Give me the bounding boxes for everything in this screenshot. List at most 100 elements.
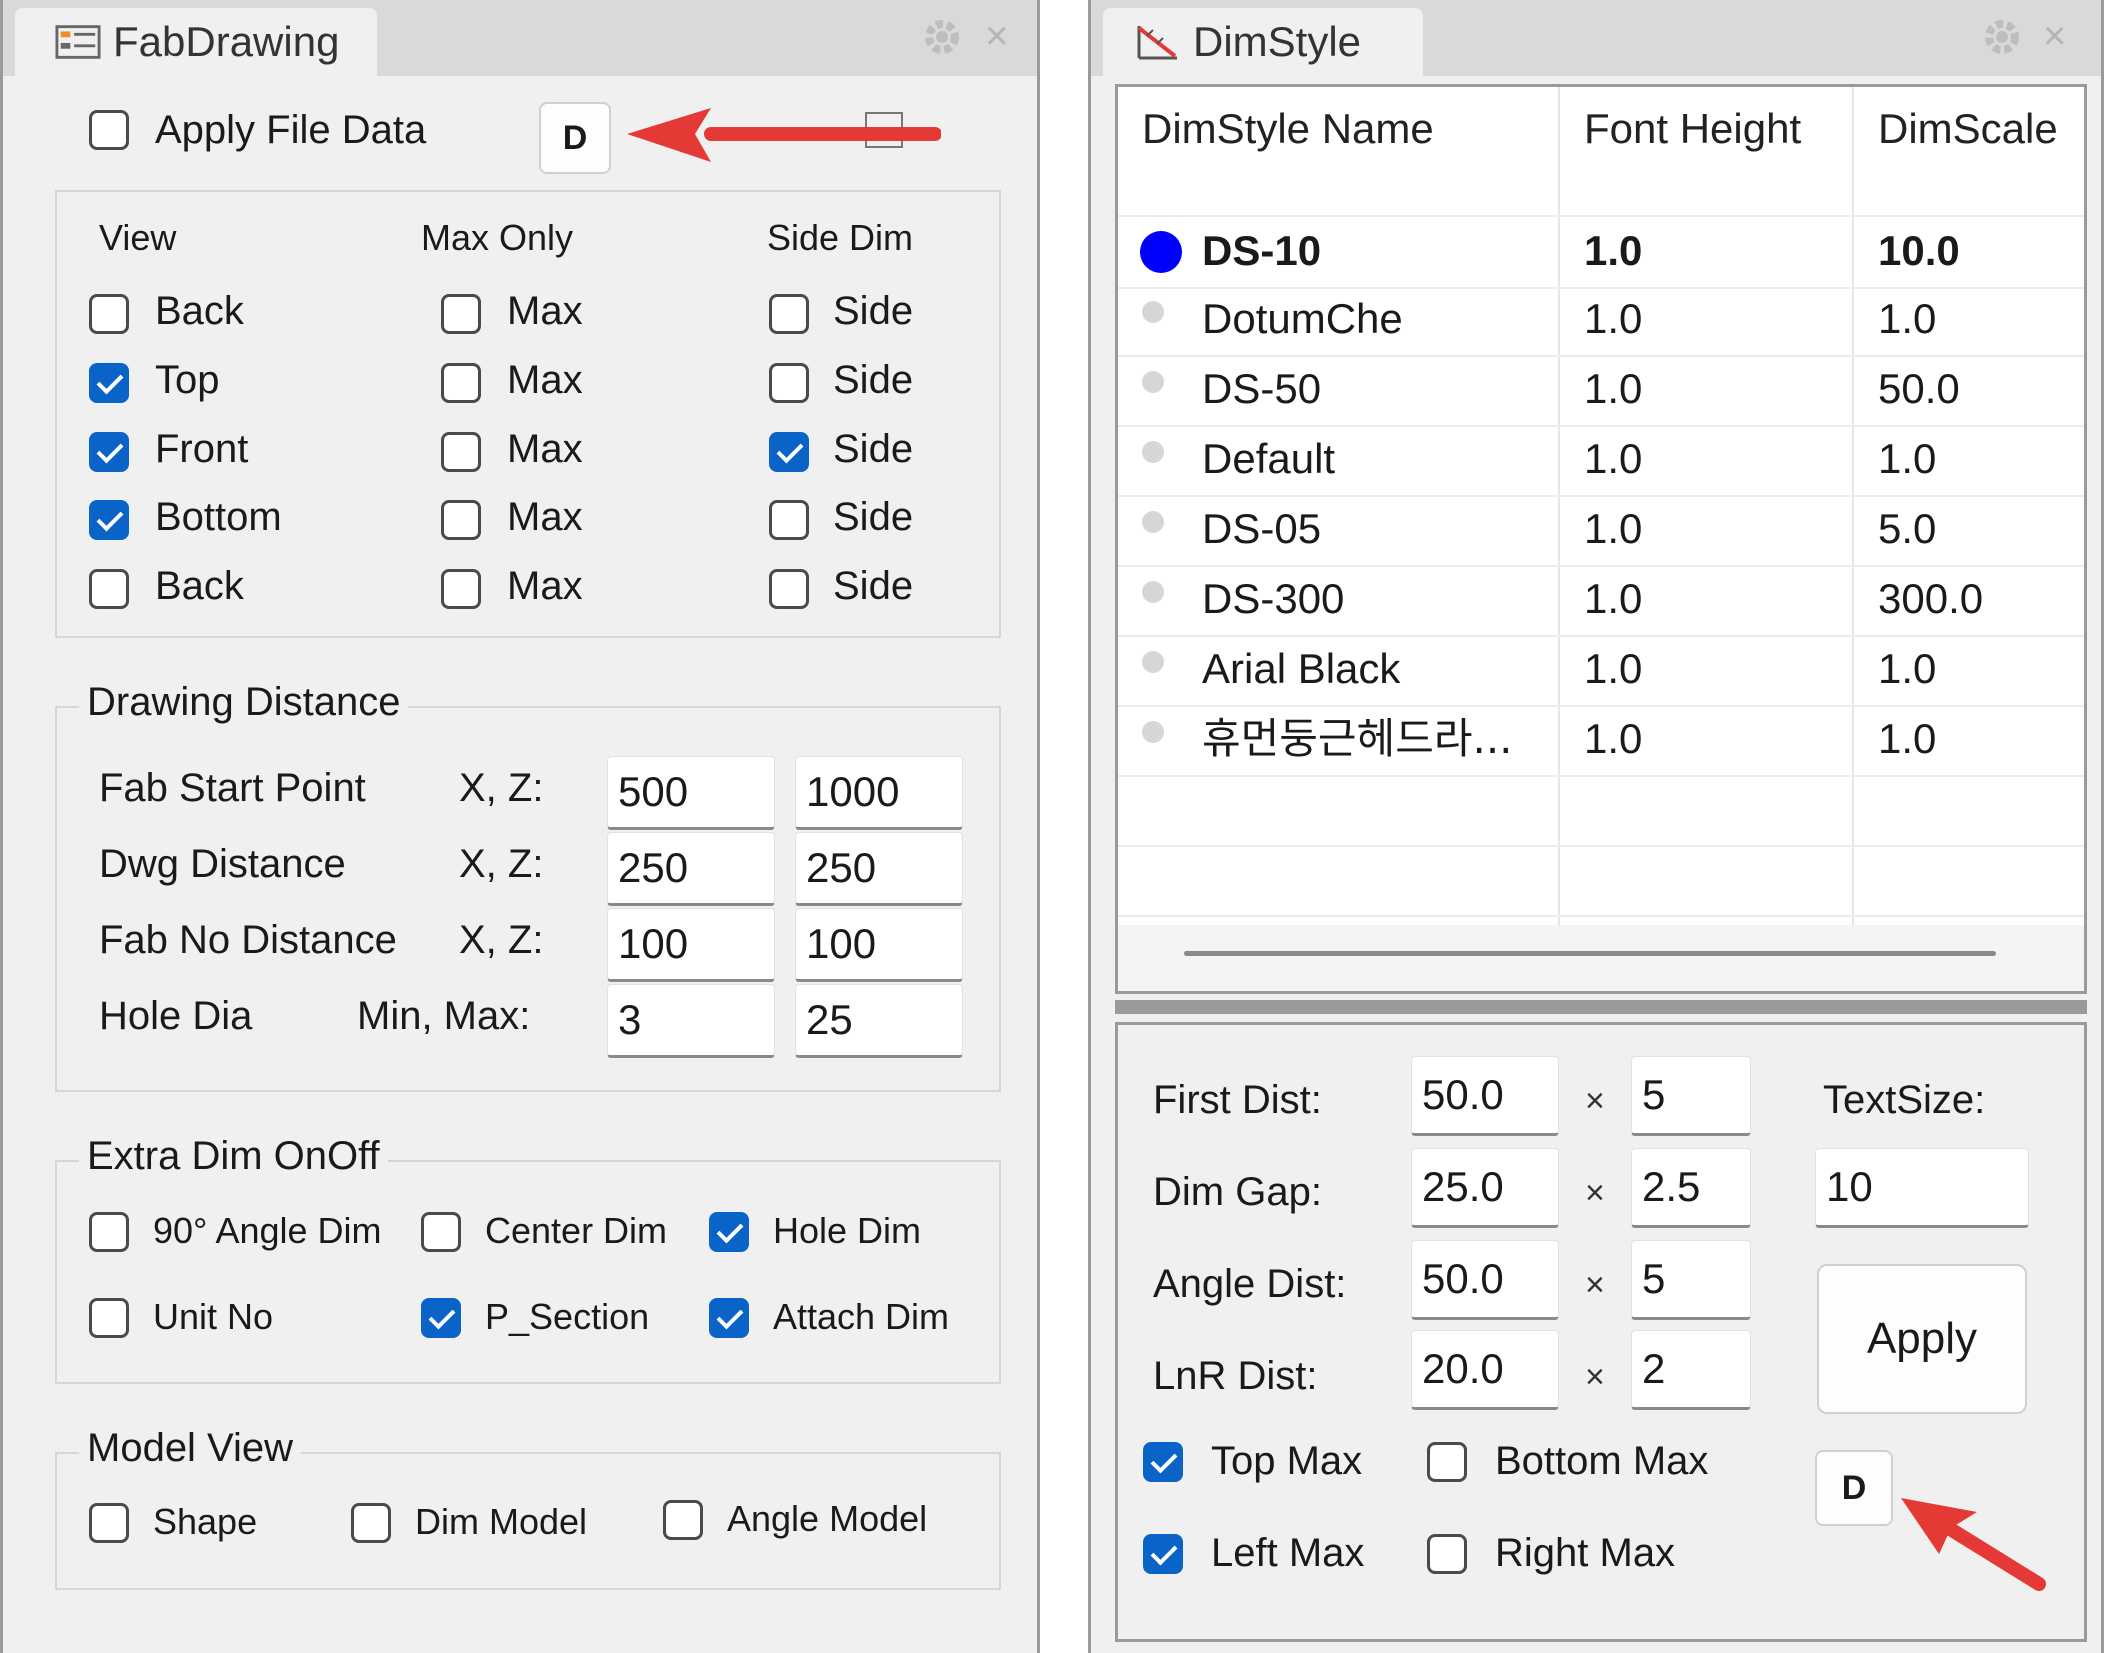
side-checkbox[interactable] (769, 294, 809, 334)
model-view-title: Model View (79, 1424, 302, 1472)
right-max-label: Right Max (1495, 1531, 1676, 1575)
hole-dia-min-input[interactable]: 3 (607, 984, 775, 1058)
tab-title: DimStyle (1193, 18, 1362, 65)
attach-dim-checkbox[interactable] (709, 1298, 749, 1338)
table-row[interactable]: DS-05 1.0 5.0 (1118, 495, 2084, 567)
view-back2-checkbox[interactable] (89, 569, 129, 609)
first-dist-mult-input[interactable]: 5 (1631, 1056, 1751, 1136)
max-checkbox[interactable] (441, 363, 481, 403)
angle-dist-mult-input[interactable]: 5 (1631, 1240, 1751, 1320)
max-label: Max (507, 564, 583, 608)
fab-start-x-input[interactable]: 500 (607, 756, 775, 830)
splitter[interactable] (1115, 1000, 2087, 1014)
side-label: Side (833, 495, 914, 539)
extra-dim-group (55, 1160, 1001, 1384)
dim-gap-mult-input[interactable]: 2.5 (1631, 1148, 1751, 1228)
side-checkbox[interactable] (769, 569, 809, 609)
lnr-dist-input[interactable]: 20.0 (1411, 1330, 1559, 1410)
angle-model-checkbox[interactable] (663, 1500, 703, 1540)
side-checkbox[interactable] (769, 432, 809, 472)
apply-button[interactable]: Apply (1817, 1264, 2027, 1414)
gear-icon[interactable] (919, 14, 965, 60)
dim-model-checkbox[interactable] (351, 1503, 391, 1543)
center-dim-checkbox[interactable] (421, 1212, 461, 1252)
cell-name: DS-10 (1202, 227, 1322, 274)
red-arrow-annotation (1901, 1498, 2046, 1591)
table-row[interactable]: 휴먼둥근헤드라... 1.0 1.0 (1118, 705, 2084, 777)
scrollbar-thumb[interactable] (1184, 951, 1996, 956)
cell-dimscale: 5.0 (1878, 505, 1937, 552)
fab-start-z-input[interactable]: 1000 (795, 756, 963, 830)
view-top-checkbox[interactable] (89, 363, 129, 403)
fab-no-distance-label: Fab No Distance (99, 918, 397, 962)
max-checkbox[interactable] (441, 294, 481, 334)
max-label: Max (507, 427, 583, 471)
right-max-checkbox[interactable] (1427, 1534, 1467, 1574)
angle-dist-input[interactable]: 50.0 (1411, 1240, 1559, 1320)
extra-dim-title: Extra Dim OnOff (79, 1132, 388, 1180)
shape-checkbox[interactable] (89, 1503, 129, 1543)
max-checkbox[interactable] (441, 432, 481, 472)
table-row[interactable]: Default 1.0 1.0 (1118, 425, 2084, 497)
view-label: Bottom (155, 495, 282, 539)
empty-row (1118, 775, 2084, 847)
max-checkbox[interactable] (441, 569, 481, 609)
red-arrow-annotation (627, 108, 941, 162)
tab-fabdrawing[interactable]: FabDrawing (15, 8, 377, 76)
left-max-label: Left Max (1211, 1531, 1365, 1575)
fabdrawing-tabstrip: FabDrawing × (3, 0, 1037, 76)
angle-model-label: Angle Model (727, 1498, 928, 1539)
cell-dimscale: 1.0 (1878, 295, 1937, 342)
close-icon[interactable]: × (2043, 16, 2066, 56)
dim-gap-input[interactable]: 25.0 (1411, 1148, 1559, 1228)
row-dot-icon (1142, 581, 1164, 603)
table-row[interactable]: DS-300 1.0 300.0 (1118, 565, 2084, 637)
table-row[interactable]: DS-10 1.0 10.0 (1118, 215, 2084, 289)
cell-dimscale: 1.0 (1878, 715, 1937, 762)
horizontal-scrollbar[interactable] (1118, 925, 2084, 991)
unit-no-checkbox[interactable] (89, 1298, 129, 1338)
view-back-checkbox[interactable] (89, 294, 129, 334)
text-size-input[interactable]: 10 (1815, 1148, 2029, 1228)
tab-dimstyle[interactable]: DimStyle (1103, 8, 1423, 76)
d-button[interactable]: D (539, 102, 611, 174)
lnr-dist-label: LnR Dist: (1153, 1354, 1318, 1398)
hole-dia-max-input[interactable]: 25 (795, 984, 963, 1058)
fab-start-point-label: Fab Start Point (99, 766, 366, 810)
side-checkbox[interactable] (769, 363, 809, 403)
first-dist-input[interactable]: 50.0 (1411, 1056, 1559, 1136)
view-label: Top (155, 358, 220, 402)
cell-font-height: 1.0 (1584, 505, 1643, 552)
dwg-distance-x-input[interactable]: 250 (607, 832, 775, 906)
cell-name: DS-300 (1202, 575, 1345, 622)
angle-dim-checkbox[interactable] (89, 1212, 129, 1252)
fab-no-distance-z-input[interactable]: 100 (795, 908, 963, 982)
drawing-distance-title: Drawing Distance (79, 678, 409, 726)
dim-gap-label: Dim Gap: (1153, 1170, 1322, 1214)
table-row[interactable]: Arial Black 1.0 1.0 (1118, 635, 2084, 707)
left-max-checkbox[interactable] (1143, 1534, 1183, 1574)
lnr-dist-mult-input[interactable]: 2 (1631, 1330, 1751, 1410)
apply-file-data-checkbox[interactable] (89, 110, 129, 150)
side-checkbox[interactable] (769, 500, 809, 540)
bottom-max-checkbox[interactable] (1427, 1442, 1467, 1482)
column-header-dimscale[interactable]: DimScale (1878, 101, 2058, 157)
cell-name: DS-05 (1202, 505, 1322, 552)
dimstyle-panel: DimStyle × DimStyle Name Font Height Dim… (1088, 0, 2104, 1653)
fab-no-distance-x-input[interactable]: 100 (607, 908, 775, 982)
view-front-checkbox[interactable] (89, 432, 129, 472)
table-row[interactable]: DotumChe 1.0 1.0 (1118, 285, 2084, 357)
column-header-name[interactable]: DimStyle Name (1142, 101, 1434, 157)
column-header-font-height[interactable]: Font Height (1584, 101, 1801, 157)
dwg-distance-z-input[interactable]: 250 (795, 832, 963, 906)
gear-icon[interactable] (1979, 14, 2025, 60)
max-checkbox[interactable] (441, 500, 481, 540)
hole-dim-checkbox[interactable] (709, 1212, 749, 1252)
top-max-checkbox[interactable] (1143, 1442, 1183, 1482)
p-section-checkbox[interactable] (421, 1298, 461, 1338)
view-bottom-checkbox[interactable] (89, 500, 129, 540)
table-row[interactable]: DS-50 1.0 50.0 (1118, 355, 2084, 427)
center-dim-label: Center Dim (485, 1210, 668, 1251)
close-icon[interactable]: × (985, 16, 1008, 56)
d-button[interactable]: D (1815, 1450, 1893, 1526)
